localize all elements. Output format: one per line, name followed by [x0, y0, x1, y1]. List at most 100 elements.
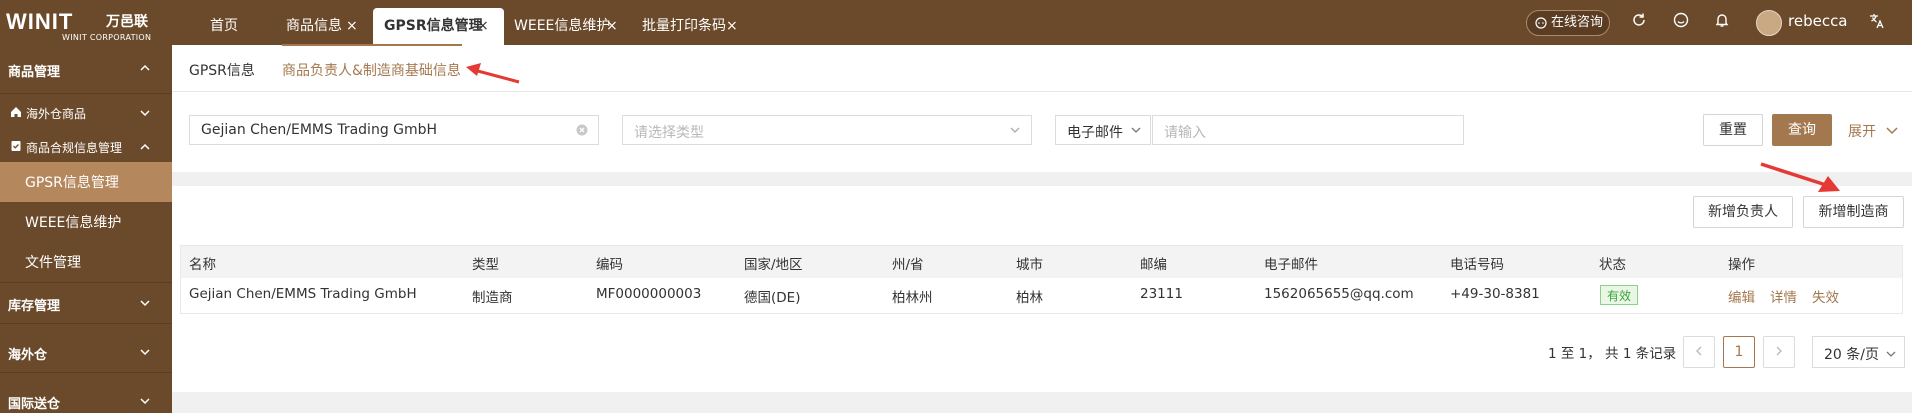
online-consult-label: 在线咨询: [1551, 15, 1604, 30]
sidebar-divider: [0, 282, 172, 283]
sidebar-divider: [0, 93, 172, 94]
close-icon[interactable]: ×: [477, 8, 489, 45]
sidebar-group-label: 国际送仓: [8, 397, 61, 412]
clear-icon[interactable]: [576, 124, 588, 140]
sidebar-item-gpsr[interactable]: GPSR信息管理: [0, 162, 172, 202]
top-navigation-bar: WINIT 万邑联 WINIT CORPORATION 首页 商品信息 × GP…: [0, 0, 1912, 45]
cell-email: 1562065655@qq.com: [1264, 286, 1414, 302]
filter-bar: Gejian Chen/EMMS Trading GmbH 请选择类型 电子邮件…: [172, 92, 1912, 172]
tab-gpsr-management[interactable]: GPSR信息管理 ×: [373, 8, 504, 45]
sidebar-group-label: 商品管理: [8, 65, 61, 80]
refresh-icon[interactable]: [1631, 12, 1647, 33]
chevron-left-icon: [1695, 344, 1703, 360]
logo-en-name: WINIT CORPORATION: [62, 33, 152, 42]
chat-icon: [1535, 11, 1547, 38]
avatar[interactable]: [1756, 10, 1782, 36]
expand-toggle[interactable]: 展开: [1848, 121, 1898, 141]
tab-batch-print-label: 批量打印条码: [642, 18, 726, 34]
table-row: Gejian Chen/EMMS Trading GmbH 制造商 MF0000…: [181, 278, 1902, 314]
close-icon[interactable]: ×: [726, 8, 738, 45]
column-header: 类型: [472, 257, 499, 273]
page-size-value: 20 条/页: [1824, 347, 1879, 363]
field-value-placeholder: 请输入: [1164, 125, 1206, 141]
tab-batch-print[interactable]: 批量打印条码 ×: [642, 8, 742, 45]
query-button[interactable]: 查询: [1772, 114, 1832, 146]
chevron-down-icon: [140, 346, 150, 360]
cell-state: 柏林州: [892, 290, 933, 306]
reset-button[interactable]: 重置: [1703, 114, 1763, 146]
column-header: 状态: [1599, 257, 1626, 273]
home-icon: [10, 106, 22, 122]
edit-link[interactable]: 编辑: [1728, 286, 1755, 306]
bell-icon[interactable]: [1714, 12, 1730, 33]
field-value-input[interactable]: 请输入: [1152, 115, 1464, 145]
name-search-input[interactable]: Gejian Chen/EMMS Trading GmbH: [189, 115, 599, 145]
next-page-button[interactable]: [1763, 336, 1795, 368]
sidebar-group-intl[interactable]: 国际送仓: [0, 393, 172, 413]
online-consult-button[interactable]: 在线咨询: [1526, 10, 1610, 36]
field-type-select[interactable]: 电子邮件: [1055, 115, 1151, 145]
field-type-value: 电子邮件: [1067, 125, 1123, 141]
brand-logo[interactable]: WINIT 万邑联 WINIT CORPORATION: [6, 9, 166, 43]
tab-home-label: 首页: [210, 18, 238, 34]
document-icon: [10, 140, 22, 156]
tab-gpsr-info[interactable]: GPSR信息: [189, 60, 255, 80]
sidebar-item-label: WEEE信息维护: [25, 215, 122, 231]
cell-zip: 23111: [1140, 286, 1183, 302]
chevron-up-icon: [140, 141, 150, 155]
chevron-down-icon: [140, 107, 150, 121]
chevron-down-icon: [140, 395, 150, 409]
sidebar-divider: [0, 372, 172, 373]
translate-icon[interactable]: [1868, 12, 1886, 35]
cell-code: MF0000000003: [596, 286, 702, 302]
active-tab-indicator: [282, 44, 462, 46]
chevron-up-icon: [140, 62, 150, 76]
column-header: 电子邮件: [1264, 257, 1318, 273]
sidebar-item-label: 文件管理: [25, 255, 81, 271]
logo-mark: WINIT: [6, 9, 74, 34]
type-select[interactable]: 请选择类型: [622, 115, 1032, 145]
sidebar-item-files[interactable]: 文件管理: [0, 242, 172, 282]
username-label[interactable]: rebecca: [1788, 12, 1848, 30]
type-select-placeholder: 请选择类型: [634, 125, 704, 141]
column-header: 城市: [1016, 257, 1043, 273]
pagination-summary: 1 至 1， 共 1 条记录: [1548, 346, 1677, 362]
tab-gpsr-label: GPSR信息管理: [384, 18, 483, 34]
chevron-right-icon: [1775, 344, 1783, 360]
sidebar-item-overseas-goods[interactable]: 海外仓商品: [0, 97, 172, 129]
sidebar-item-weee[interactable]: WEEE信息维护: [0, 202, 172, 242]
deactivate-link[interactable]: 失效: [1812, 286, 1839, 306]
add-responsible-button[interactable]: 新增负责人: [1693, 196, 1793, 228]
tab-weee[interactable]: WEEE信息维护 ×: [514, 8, 618, 45]
column-header: 操作: [1728, 257, 1755, 273]
tab-responsible-manufacturer[interactable]: 商品负责人&制造商基础信息: [282, 60, 461, 80]
smile-icon[interactable]: [1673, 12, 1689, 33]
column-header: 国家/地区: [744, 257, 803, 273]
column-header: 州/省: [892, 257, 924, 273]
sidebar-divider: [0, 323, 172, 324]
close-icon[interactable]: ×: [346, 8, 358, 45]
column-header: 编码: [596, 257, 623, 273]
tab-home[interactable]: 首页: [210, 8, 238, 45]
data-table: 名称 类型 编码 国家/地区 州/省 城市 邮编 电子邮件 电话号码 状态 操作…: [180, 245, 1903, 314]
sidebar: 商品管理 海外仓商品 商品合规信息管理 GPSR信息管理 WEEE信息维护 文件…: [0, 45, 172, 413]
expand-label: 展开: [1848, 124, 1876, 140]
cell-name: Gejian Chen/EMMS Trading GmbH: [189, 286, 417, 302]
sidebar-group-label: 库存管理: [8, 299, 61, 314]
cell-country: 德国(DE): [744, 290, 801, 306]
sidebar-item-label: GPSR信息管理: [25, 175, 119, 191]
chevron-down-icon: [1009, 124, 1021, 140]
detail-link[interactable]: 详情: [1770, 286, 1797, 306]
add-manufacturer-button[interactable]: 新增制造商: [1803, 196, 1904, 228]
prev-page-button[interactable]: [1683, 336, 1715, 368]
column-header: 电话号码: [1450, 257, 1504, 273]
sidebar-item-compliance[interactable]: 商品合规信息管理: [0, 131, 172, 163]
close-icon[interactable]: ×: [606, 8, 618, 45]
sidebar-group-product[interactable]: 商品管理: [0, 45, 172, 80]
tab-product-info[interactable]: 商品信息 ×: [286, 8, 372, 45]
cell-city: 柏林: [1016, 290, 1043, 306]
cell-phone: +49-30-8381: [1450, 286, 1540, 302]
page-size-select[interactable]: 20 条/页: [1812, 336, 1905, 368]
page-number-button[interactable]: 1: [1723, 336, 1755, 368]
column-header: 邮编: [1140, 257, 1167, 273]
